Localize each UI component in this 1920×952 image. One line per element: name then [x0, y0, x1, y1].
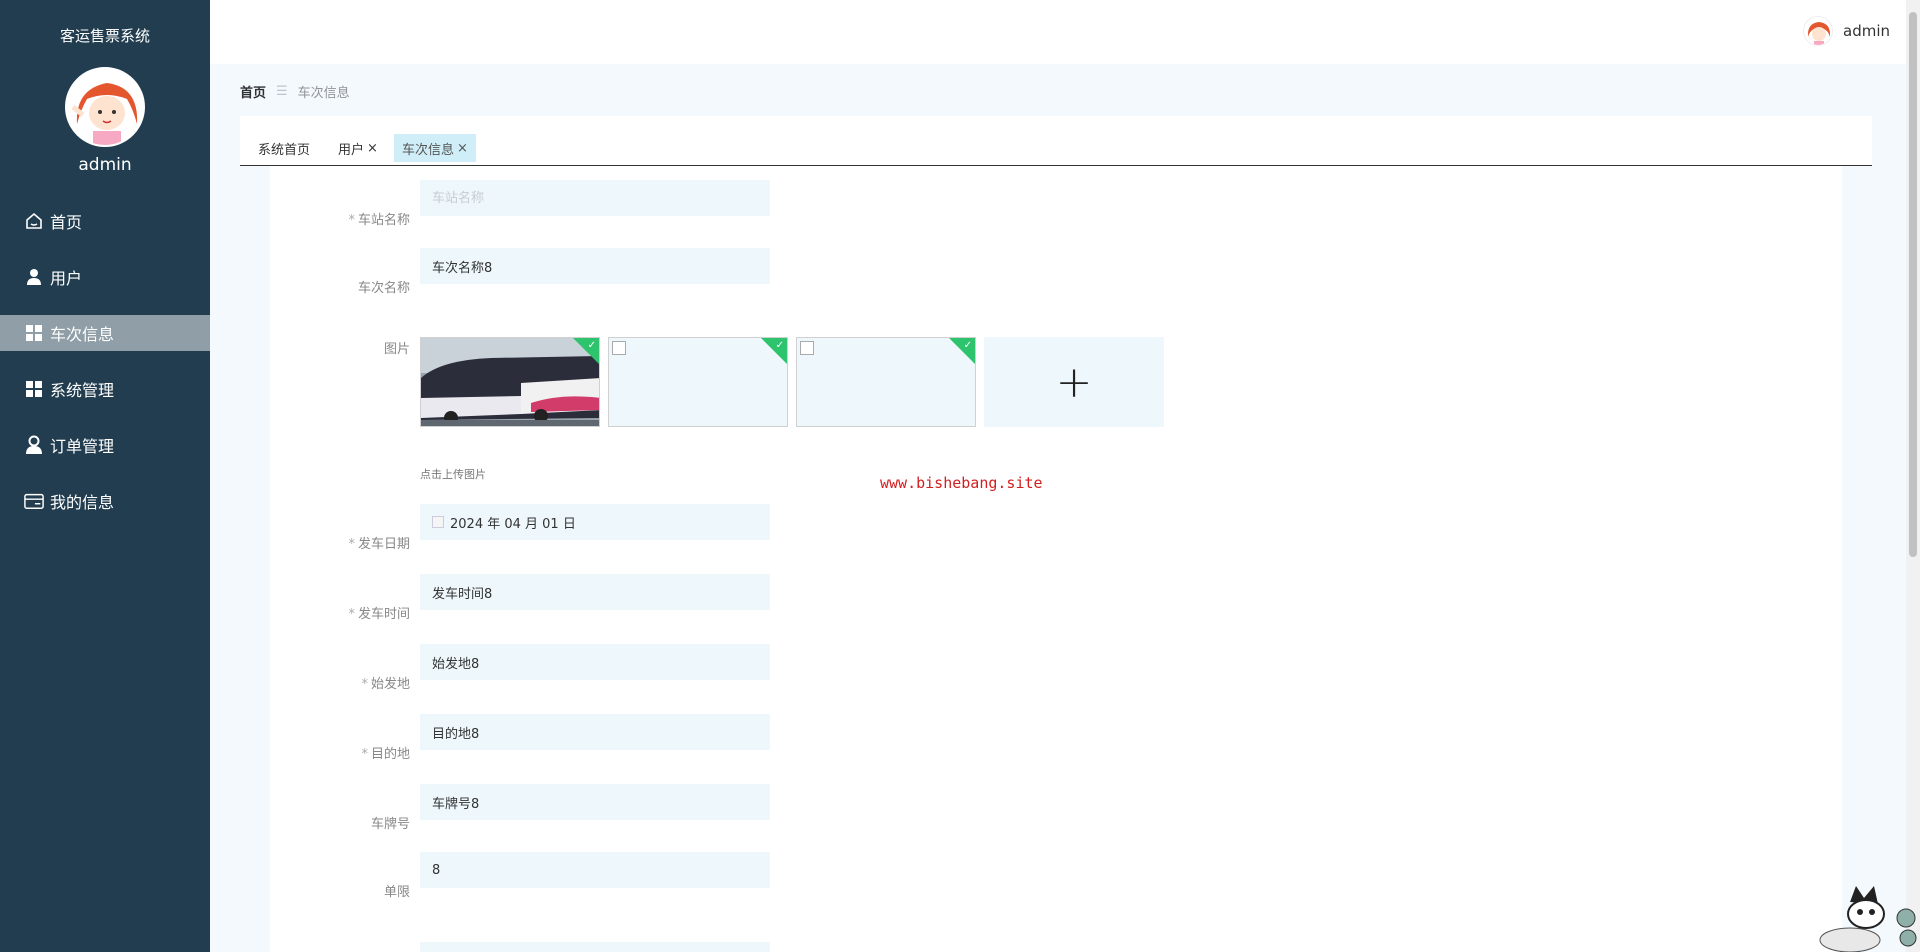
mascot-image[interactable]: [1810, 882, 1920, 952]
sidebar-item-label: 车次信息: [50, 325, 115, 344]
breadcrumb-current: 车次信息: [297, 86, 350, 101]
check-icon: ✓: [775, 340, 784, 351]
uploaded-image-bus[interactable]: ✓: [420, 337, 600, 427]
breadcrumb-separator-icon: ☰: [276, 84, 288, 99]
close-icon[interactable]: ×: [367, 141, 378, 156]
sidebar-item-label: 系统管理: [50, 381, 115, 400]
tabs-bar: 系统首页 用户 × 车次信息 ×: [240, 116, 1872, 166]
upload-tip: 点击上传图片: [420, 468, 486, 481]
label-text: 目的地: [370, 747, 410, 762]
sidebar-item-label: 首页: [50, 213, 83, 232]
person-icon: [24, 435, 44, 455]
date-value: 2024 年 04 月 01 日: [450, 516, 576, 532]
grid-icon: [24, 379, 44, 399]
sidebar-item-train-info[interactable]: 车次信息: [0, 315, 210, 351]
limit-input[interactable]: 8: [420, 852, 770, 888]
plate-input[interactable]: 车牌号8: [420, 784, 770, 820]
admin-name: admin: [78, 155, 132, 175]
image-label: 图片: [383, 342, 410, 357]
tab-label: 用户: [338, 142, 365, 158]
depart-date-label: * 发车日期: [348, 537, 410, 552]
tab-train-info[interactable]: 车次信息 ×: [394, 134, 476, 162]
uploaded-image-broken[interactable]: ✓: [608, 337, 788, 427]
next-field-input[interactable]: [420, 942, 770, 952]
avatar: [65, 67, 145, 147]
check-icon: ✓: [963, 340, 972, 351]
destination-input[interactable]: 目的地8: [420, 714, 770, 750]
origin-label: * 始发地: [361, 677, 410, 692]
scrollbar-thumb[interactable]: [1909, 12, 1917, 557]
calendar-icon: [432, 516, 444, 528]
sidebar-item-orders[interactable]: 订单管理: [0, 427, 210, 463]
sidebar-item-my-info[interactable]: 我的信息: [0, 483, 210, 519]
sidebar-item-system[interactable]: 系统管理: [0, 371, 210, 407]
user-menu[interactable]: admin: [1803, 16, 1890, 46]
train-name-input[interactable]: 车次名称8: [420, 248, 770, 284]
sidebar-item-label: 用户: [50, 269, 83, 288]
sidebar-item-label: 订单管理: [50, 437, 115, 456]
depart-time-label: * 发车时间: [348, 607, 410, 622]
grid-icon: [24, 323, 44, 343]
tab-system-home[interactable]: 系统首页: [250, 134, 318, 162]
topbar: admin: [210, 0, 1920, 64]
close-icon[interactable]: ×: [457, 141, 468, 156]
origin-input[interactable]: 始发地8: [420, 644, 770, 680]
tab-label: 系统首页: [258, 142, 311, 158]
plus-icon: +: [1055, 356, 1093, 408]
label-text: 始发地: [370, 677, 410, 692]
destination-label: * 目的地: [361, 747, 410, 762]
limit-label: 单限: [383, 885, 410, 900]
sidebar-item-user[interactable]: 用户: [0, 259, 210, 295]
broken-image-icon: [800, 341, 814, 355]
station-name-input[interactable]: [420, 180, 770, 216]
sidebar: 客运售票系统 admin 首页 用户 车次信息 系统管理 订单管理 我的信息: [0, 0, 210, 952]
tab-user[interactable]: 用户 ×: [330, 134, 386, 162]
breadcrumb-home[interactable]: 首页: [240, 82, 266, 101]
app-title: 客运售票系统: [59, 27, 150, 45]
label-text: 发车时间: [357, 607, 410, 622]
label-text: 发车日期: [357, 537, 410, 552]
label-text: 车站名称: [357, 213, 410, 228]
depart-date-picker[interactable]: 2024 年 04 月 01 日: [420, 504, 770, 540]
check-icon: ✓: [587, 340, 596, 351]
scrollbar[interactable]: [1906, 0, 1920, 952]
plate-label: 车牌号: [370, 817, 410, 832]
uploaded-image-broken[interactable]: ✓: [796, 337, 976, 427]
user-icon: [24, 267, 44, 287]
broken-image-icon: [612, 341, 626, 355]
station-name-label: * 车站名称: [348, 213, 410, 228]
home-icon: [24, 211, 44, 231]
username: admin: [1843, 22, 1890, 40]
sidebar-item-label: 我的信息: [50, 493, 115, 512]
sidebar-menu: 首页 用户 车次信息 系统管理 订单管理 我的信息: [0, 203, 210, 519]
form-panel: *车站名称 车次名称 车次名称8 图片 ✓ ✓ ✓: [270, 166, 1842, 952]
tab-label: 车次信息: [402, 142, 455, 158]
breadcrumb: 首页 ☰ 车次信息: [240, 82, 350, 101]
card-icon: [24, 491, 44, 511]
depart-time-input[interactable]: 发车时间8: [420, 574, 770, 610]
train-name-label: 车次名称: [357, 281, 410, 296]
sidebar-item-home[interactable]: 首页: [0, 203, 210, 239]
avatar: [1803, 16, 1833, 46]
upload-image-button[interactable]: +: [984, 337, 1164, 427]
watermark: www.bishebang.site: [880, 474, 1043, 492]
